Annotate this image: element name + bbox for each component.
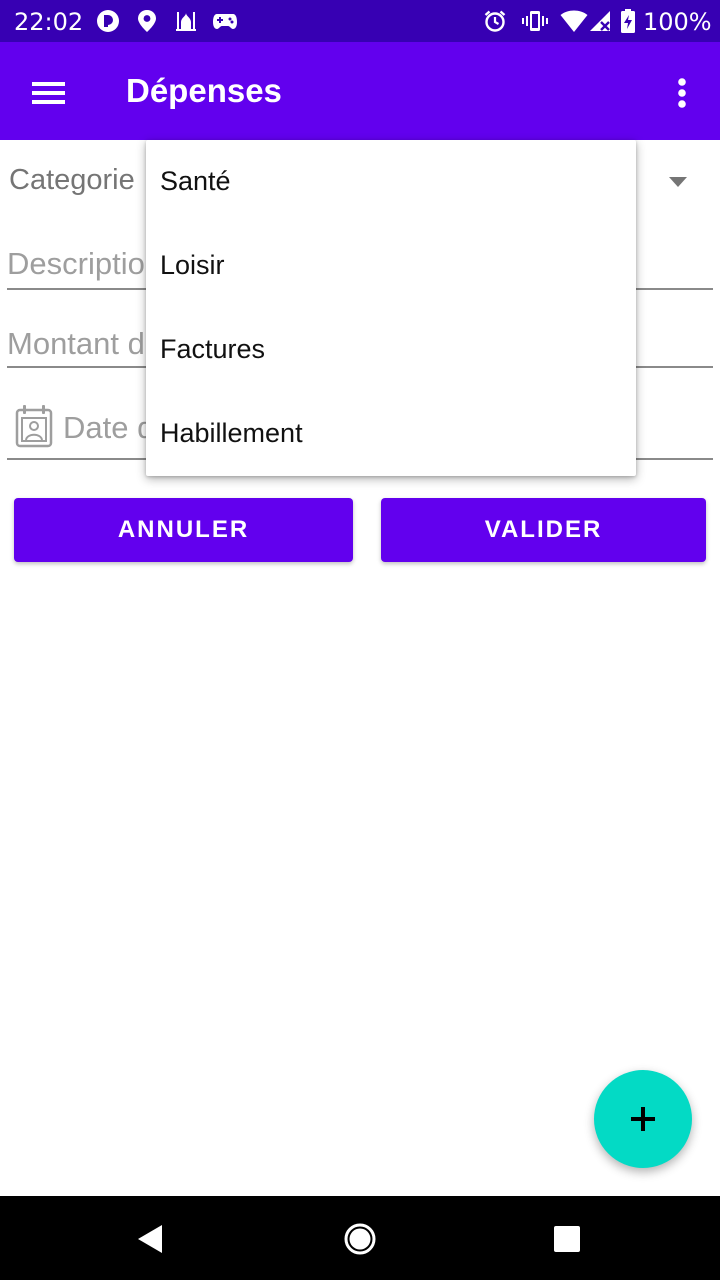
recents-button[interactable] (544, 1216, 590, 1262)
status-bar: 22:02 100% (0, 0, 720, 42)
menu-button[interactable] (22, 71, 76, 113)
location-icon (138, 10, 156, 32)
signal-icon (590, 11, 610, 31)
overflow-menu-button[interactable] (664, 71, 700, 113)
plus-icon (631, 1107, 655, 1131)
dropdown-item-factures[interactable]: Factures (146, 308, 636, 392)
battery-percentage: 100% (643, 8, 712, 36)
recents-icon (554, 1226, 580, 1252)
calendar-icon[interactable] (15, 404, 53, 448)
dropdown-item-sante[interactable]: Santé (146, 140, 636, 224)
back-button[interactable] (128, 1216, 174, 1262)
category-label: Categorie (9, 164, 135, 196)
game-controller-icon (213, 14, 237, 29)
wifi-icon (560, 10, 588, 32)
app-bar: Dépenses (0, 42, 720, 140)
validate-button[interactable]: VALIDER (381, 498, 706, 562)
home-button[interactable] (337, 1216, 383, 1262)
dropdown-item-label: Habillement (160, 418, 303, 448)
battery-icon (621, 9, 635, 33)
alarm-icon (484, 10, 506, 32)
dropdown-item-loisir[interactable]: Loisir (146, 224, 636, 308)
dropdown-item-label: Factures (160, 334, 266, 364)
app-notification-icon (97, 10, 119, 32)
hamburger-menu-icon (32, 82, 65, 104)
navigation-bar (0, 1196, 720, 1280)
back-icon (138, 1225, 162, 1253)
add-button[interactable] (594, 1070, 692, 1168)
dropdown-item-label: Loisir (160, 250, 225, 280)
home-icon (344, 1223, 376, 1255)
more-vert-icon (678, 78, 686, 108)
category-dropdown-menu: Santé Loisir Factures Habillement (146, 140, 636, 476)
cancel-button[interactable]: ANNULER (14, 498, 353, 562)
status-time: 22:02 (14, 8, 84, 36)
dropdown-item-label: Santé (160, 166, 231, 196)
dropdown-item-habillement[interactable]: Habillement (146, 392, 636, 476)
vibrate-icon (522, 11, 548, 31)
mosque-icon (176, 12, 196, 31)
page-title: Dépenses (126, 72, 282, 109)
dropdown-arrow-icon (669, 177, 687, 187)
